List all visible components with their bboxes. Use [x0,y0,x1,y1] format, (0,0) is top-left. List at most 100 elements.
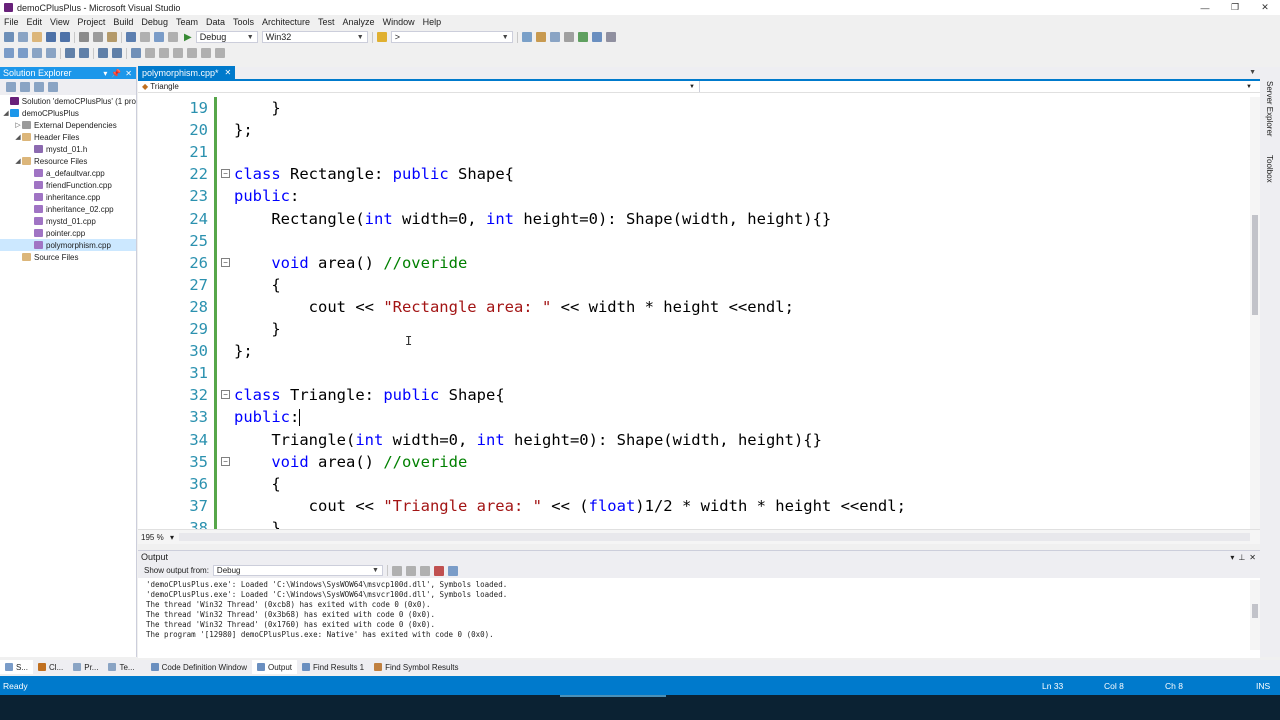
bookmark-icon[interactable] [131,48,141,58]
code-line[interactable]: 24 Rectangle(int width=0, int height=0):… [138,208,1248,230]
code-line[interactable]: 38 } [138,517,1248,529]
tree-item[interactable]: a_defaultvar.cpp [0,167,136,179]
navigate-forward-icon[interactable] [168,32,178,42]
clear-bookmarks-icon[interactable] [201,48,211,58]
open-file-icon[interactable] [32,32,42,42]
code-line[interactable]: 32 − class Triangle: public Shape{ [138,384,1248,406]
start-debugging-icon[interactable]: ▶ [184,32,192,43]
restore-button[interactable]: ❐ [1220,0,1250,15]
output-source-select[interactable]: Debug ▼ [212,565,383,576]
tab-find-symbol-results[interactable]: Find Symbol Results [369,660,463,674]
toolbox-icon[interactable] [563,32,574,42]
collapse-outline-icon[interactable]: − [221,257,230,267]
menu-analyze[interactable]: Analyze [343,17,375,27]
new-project-icon[interactable] [4,32,14,42]
solution-configuration-select[interactable]: Debug ▼ [195,31,258,43]
close-tab-icon[interactable]: ✕ [225,68,232,77]
menu-view[interactable]: View [50,17,69,27]
collapse-outline-icon[interactable]: − [221,390,230,400]
previous-message-icon[interactable] [405,565,416,576]
solution-explorer-icon[interactable] [521,32,532,42]
tree-item[interactable]: inheritance_02.cpp [0,203,136,215]
collapse-outline-icon[interactable]: − [221,456,230,466]
paste-icon[interactable] [107,32,117,42]
tree-item[interactable]: mystd_01.h [0,143,136,155]
code-line[interactable]: 20}; [138,119,1248,141]
close-icon[interactable]: ✕ [1249,553,1256,562]
find-combo[interactable]: > ▼ [390,31,513,43]
view-class-diagram-icon[interactable] [48,82,58,92]
tab-polymorphism-cpp[interactable]: polymorphism.cpp* ✕ [138,66,236,79]
other-windows-icon[interactable] [605,32,616,42]
server-explorer-tab[interactable]: Server Explorer [1265,81,1274,137]
scope-select[interactable]: ◆ Triangle ▼ [138,81,700,92]
close-icon[interactable]: ✕ [125,69,132,78]
menu-edit[interactable]: Edit [27,17,43,27]
panel-menu-icon[interactable]: ▾ [1230,553,1234,562]
code-line[interactable]: 31 [138,362,1248,384]
previous-bookmark-in-folder-icon[interactable] [173,48,183,58]
tree-item[interactable]: friendFunction.cpp [0,179,136,191]
code-line[interactable]: 25 [138,230,1248,252]
menu-team[interactable]: Team [176,17,198,27]
code-line[interactable]: 19 } [138,97,1248,119]
tree-item[interactable]: ◢ Header Files [0,131,136,143]
menu-tools[interactable]: Tools [233,17,254,27]
menu-data[interactable]: Data [206,17,225,27]
expander-icon[interactable]: ◢ [14,133,22,141]
panel-menu-icon[interactable]: ▾ [103,69,107,78]
close-window-button[interactable]: ✕ [1250,0,1280,15]
scrollbar-thumb[interactable] [1252,604,1258,618]
properties-icon[interactable] [6,82,16,92]
member-list-icon[interactable] [4,48,14,58]
object-browser-icon[interactable] [549,32,560,42]
tree-item[interactable]: pointer.cpp [0,227,136,239]
expander-icon[interactable]: ◢ [2,109,10,117]
tree-item[interactable]: Solution 'demoCPlusPlus' (1 pro [0,95,136,107]
save-all-icon[interactable] [60,32,70,42]
tree-item[interactable]: ▷ External Dependencies [0,119,136,131]
tree-item[interactable]: inheritance.cpp [0,191,136,203]
scrollbar-thumb[interactable] [1252,215,1258,315]
tab-find-results-1[interactable]: Find Results 1 [297,660,369,674]
expander-icon[interactable]: ▷ [14,121,22,129]
tree-item[interactable]: mystd_01.cpp [0,215,136,227]
refresh-icon[interactable] [34,82,44,92]
clear-all-icon[interactable] [433,565,444,576]
code-line[interactable]: 30}; [138,340,1248,362]
menu-architecture[interactable]: Architecture [262,17,310,27]
editor-horizontal-scrollbar[interactable] [179,533,1250,541]
tab-class-view[interactable]: Cl... [33,660,68,674]
minimize-button[interactable]: — [1190,0,1220,15]
tab-property-manager[interactable]: Pr... [68,660,103,674]
code-line[interactable]: 28 cout << "Rectangle area: " << width *… [138,296,1248,318]
code-line[interactable]: 29 } [138,318,1248,340]
toolbox-tab[interactable]: Toolbox [1265,155,1274,183]
properties-icon[interactable] [535,32,546,42]
toolbar-options-icon[interactable] [215,48,225,58]
zoom-select[interactable]: 195 % ▾ [141,533,177,542]
cut-icon[interactable] [79,32,89,42]
find-in-files-icon[interactable] [376,32,387,42]
tree-item[interactable]: Source Files [0,251,136,263]
tab-list-dropdown-icon[interactable]: ▼ [1249,69,1256,76]
menu-project[interactable]: Project [77,17,105,27]
code-line[interactable]: 21 [138,141,1248,163]
complete-word-icon[interactable] [46,48,56,58]
tab-solution-explorer[interactable]: S... [0,660,34,674]
code-line[interactable]: 36 { [138,473,1248,495]
copy-icon[interactable] [93,32,103,42]
show-all-files-icon[interactable] [20,82,30,92]
toggle-word-wrap-icon[interactable] [447,565,458,576]
tab-output[interactable]: Output [251,660,297,674]
find-message-icon[interactable] [391,565,402,576]
pin-icon[interactable]: ⊥ [1238,553,1245,562]
undo-icon[interactable] [126,32,136,42]
menu-test[interactable]: Test [318,17,335,27]
code-line[interactable]: 22 − class Rectangle: public Shape{ [138,163,1248,185]
quick-info-icon[interactable] [32,48,42,58]
tree-item[interactable]: ◢ Resource Files [0,155,136,167]
code-line[interactable]: 33 public: [138,406,1248,428]
menu-window[interactable]: Window [383,17,415,27]
code-text-area[interactable]: I 19 } 20}; 21 22− class Rectangle: public S… [138,97,1250,529]
